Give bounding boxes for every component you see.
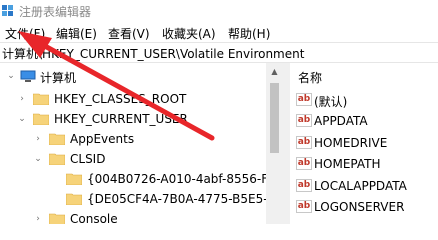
registry-editor-icon <box>2 5 13 16</box>
title-bar: 注册表编辑器 <box>0 0 438 22</box>
scroll-up-icon[interactable]: ▲ <box>266 63 283 80</box>
tree-item-clsid[interactable]: ⌄ CLSID <box>0 149 266 169</box>
folder-icon <box>49 133 65 145</box>
value-name: LOCALAPPDATA <box>314 179 407 193</box>
menu-help[interactable]: 帮助(H) <box>228 25 270 42</box>
tree-item-clsid-de05cf4a[interactable]: {DE05CF4A-7B0A-4775-B5E5-39 <box>0 189 283 209</box>
tree-item-computer[interactable]: ⌄ 计算机 <box>0 66 266 86</box>
address-bar[interactable]: 计算机\HKEY_CURRENT_USER\Volatile Environme… <box>0 42 438 63</box>
tree-item-label: {004B0726-A010-4abf-8556-FCE <box>87 172 283 186</box>
collapse-arrow-icon[interactable]: ⌄ <box>33 152 43 166</box>
tree-scrollbar[interactable]: ▲ <box>266 63 283 224</box>
value-name: (默认) <box>314 95 348 109</box>
string-value-icon: ab <box>296 93 312 106</box>
tree-item-label: HKEY_CURRENT_USER <box>54 112 188 126</box>
tree-item-label: 计算机 <box>40 71 77 85</box>
address-path[interactable]: 计算机\HKEY_CURRENT_USER\Volatile Environme… <box>2 45 304 62</box>
tree-item-label: Console <box>70 212 118 224</box>
menu-file[interactable]: 文件(F) <box>5 25 45 42</box>
folder-icon <box>66 193 82 205</box>
window-title: 注册表编辑器 <box>19 5 92 19</box>
menu-view[interactable]: 查看(V) <box>108 25 150 42</box>
expand-arrow-icon[interactable]: › <box>17 92 27 106</box>
collapse-arrow-icon[interactable]: ⌄ <box>6 69 16 83</box>
folder-icon <box>33 113 49 125</box>
value-name: APPDATA <box>314 114 368 128</box>
expand-arrow-icon[interactable]: › <box>33 212 43 224</box>
folder-icon <box>33 93 49 105</box>
string-value-icon: ab <box>296 136 312 149</box>
values-list-pane[interactable]: 名称 ab (默认) ab APPDATA ab HOMEDRIVE ab HO… <box>290 63 438 224</box>
string-value-icon: ab <box>296 179 312 192</box>
value-name: HOMEDRIVE <box>314 136 388 150</box>
string-value-icon: ab <box>296 157 312 170</box>
tree-item-appevents[interactable]: › AppEvents <box>0 129 266 149</box>
scrollbar-thumb[interactable] <box>270 83 279 153</box>
tree-pane[interactable]: ⌄ 计算机 › HKEY_CLASSES_ROOT ⌄ HKEY_CURRENT… <box>0 63 283 224</box>
column-header-name[interactable]: 名称 <box>298 69 322 86</box>
collapse-arrow-icon[interactable]: ⌄ <box>17 112 27 126</box>
string-value-icon: ab <box>296 114 312 127</box>
tree-item-console[interactable]: › Console <box>0 209 266 224</box>
value-name: HOMEPATH <box>314 157 381 171</box>
menu-bar: 文件(F) 编辑(E) 查看(V) 收藏夹(A) 帮助(H) <box>0 22 438 42</box>
tree-item-clsid-004b0726[interactable]: {004B0726-A010-4abf-8556-FCE <box>0 169 283 189</box>
menu-favorites[interactable]: 收藏夹(A) <box>162 25 216 42</box>
folder-icon <box>49 153 65 165</box>
pane-splitter[interactable] <box>283 63 290 224</box>
string-value-icon: ab <box>296 200 312 213</box>
value-name: LOGONSERVER <box>314 200 405 214</box>
expand-arrow-icon[interactable]: › <box>33 132 43 146</box>
tree-item-label: HKEY_CLASSES_ROOT <box>54 92 187 106</box>
tree-item-label: AppEvents <box>70 132 135 146</box>
tree-item-label: {DE05CF4A-7B0A-4775-B5E5-39 <box>87 192 283 206</box>
menu-edit[interactable]: 编辑(E) <box>56 25 97 42</box>
tree-item-hkey-classes-root[interactable]: › HKEY_CLASSES_ROOT <box>0 89 266 109</box>
tree-item-label: CLSID <box>70 152 106 166</box>
tree-item-hkey-current-user[interactable]: ⌄ HKEY_CURRENT_USER <box>0 109 266 129</box>
folder-icon <box>49 213 65 224</box>
folder-icon <box>66 173 82 185</box>
computer-icon <box>20 70 36 82</box>
